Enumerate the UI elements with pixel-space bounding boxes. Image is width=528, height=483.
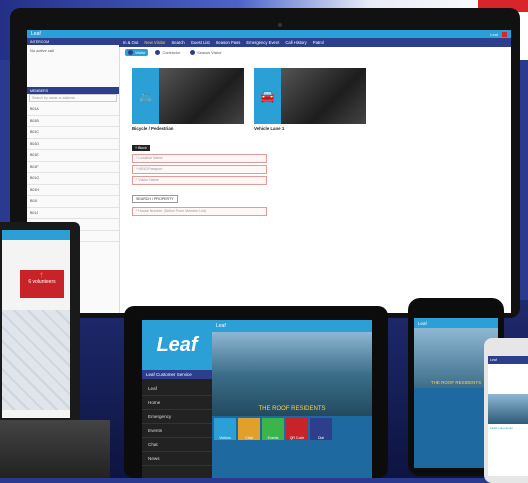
form-input[interactable]: * Visitor Name: [132, 176, 267, 185]
tablet-menu-item[interactable]: Emergency: [142, 410, 212, 424]
form-fields: * Location Name * NRIC/Passport * Visitor …: [132, 154, 267, 185]
phone-device-2: Leaf LEAF community: [484, 338, 528, 483]
visitor-form: + Block * Location Name * NRIC/Passport * …: [132, 136, 267, 218]
block-button[interactable]: + Block: [132, 145, 150, 151]
app-logo: Leaf: [31, 31, 41, 37]
feature-tile[interactable]: QR Code: [286, 418, 308, 440]
phone1-app-bar: Leaf: [414, 318, 498, 328]
car-icon: 🚘: [254, 68, 281, 124]
tablet-device: Leaf Leaf Customer Service Leaf Home Emerg…: [124, 306, 388, 478]
visitor-type-tabs: Visitor Contractor Season Visitor: [125, 49, 225, 56]
tab-season-visitor[interactable]: Season Visitor: [187, 49, 224, 56]
intercom-status: No active call: [30, 48, 54, 53]
feature-tile[interactable]: Visitors: [214, 418, 236, 440]
tablet-main: Leaf THE ROOF RESIDENTS Visitors Chat Even…: [212, 320, 372, 478]
form-input[interactable]: * Location Name: [132, 154, 267, 163]
members-title: MEMBERS: [30, 88, 49, 93]
nav-item-search[interactable]: Search: [171, 40, 184, 45]
tablet-sidebar: Leaf Leaf Customer Service Leaf Home Emerg…: [142, 320, 212, 478]
member-list-item[interactable]: B01H: [27, 185, 119, 196]
search-property-button[interactable]: SEARCH / PROPERTY: [132, 195, 178, 203]
house-number-field[interactable]: * House Number (Select From Member List): [132, 207, 267, 216]
phone2-screen: Leaf LEAF community: [488, 356, 528, 476]
leaf-logo: Leaf: [142, 320, 212, 370]
person-icon: [128, 50, 133, 55]
map-view[interactable]: [2, 310, 70, 410]
tablet-menu-item[interactable]: Leaf: [142, 382, 212, 396]
laptop-device: 📍 6 volunteers: [0, 222, 80, 422]
tab-visitor[interactable]: Visitor: [125, 49, 149, 56]
tab-label: Season Visitor: [197, 50, 222, 55]
tab-contractor[interactable]: Contractor: [152, 49, 183, 56]
form-input[interactable]: * NRIC/Passport: [132, 165, 267, 174]
volunteers-count: 6 volunteers: [28, 279, 56, 285]
volunteers-card[interactable]: 📍 6 volunteers: [20, 270, 64, 298]
lane-card[interactable]: 🚲 Bicycle / Pedestrian: [132, 68, 244, 131]
tablet-menu-item[interactable]: Events: [142, 424, 212, 438]
member-list-item[interactable]: B01B: [27, 116, 119, 127]
tablet-app-bar: Leaf: [212, 320, 372, 332]
laptop-app-bar: [2, 230, 70, 240]
tablet-menu-item[interactable]: News: [142, 452, 212, 466]
member-search-input[interactable]: Search by name or address: [29, 94, 117, 102]
phone2-photo: [488, 394, 528, 424]
phone2-text: LEAF community: [490, 426, 513, 430]
feature-tile[interactable]: Chat: [238, 418, 260, 440]
webcam: [278, 23, 282, 27]
title-bar: Leaf Leaf: [27, 30, 511, 38]
nav-item-guest-list[interactable]: Guest List: [191, 40, 210, 45]
person-icon: [155, 50, 161, 55]
feature-tile[interactable]: Dial: [310, 418, 332, 440]
member-list-item[interactable]: B01A: [27, 104, 119, 116]
nav-item-new-visitor[interactable]: New Visitor: [144, 40, 165, 45]
member-list-item[interactable]: B01C: [27, 127, 119, 139]
photo-caption: THE ROOF RESIDENTS: [258, 406, 326, 412]
titlebar-controls: Leaf: [490, 31, 507, 37]
member-list-item[interactable]: B01E: [27, 150, 119, 162]
camera-feed: [159, 68, 244, 124]
top-nav: In & Out New Visitor Search Guest List Seaso…: [119, 38, 511, 47]
intercom-header: INTERCOM: [27, 38, 119, 45]
tab-label: Visitor: [135, 50, 146, 55]
intercom-title: INTERCOM: [30, 39, 50, 44]
nav-item-emergency-event[interactable]: Emergency Event: [246, 40, 279, 45]
phone2-app-bar: Leaf: [488, 356, 528, 364]
lane-label: Vehicle Lane 1: [254, 126, 285, 131]
lane-card[interactable]: 🚘 Vehicle Lane 1: [254, 68, 366, 131]
tablet-menu: Leaf Home Emergency Events Chat News: [142, 379, 212, 478]
nav-item-season-pass[interactable]: Season Pass: [216, 40, 241, 45]
laptop-keyboard: [0, 420, 110, 478]
nav-item-call-history[interactable]: Call History: [285, 40, 306, 45]
member-list-item[interactable]: B01D: [27, 139, 119, 150]
community-photo: THE ROOF RESIDENTS: [212, 332, 372, 416]
nav-item-patrol[interactable]: Patrol: [313, 40, 324, 45]
feature-tiles: Visitors Chat Events QR Code Dial: [212, 416, 372, 442]
tablet-screen: Leaf Leaf Customer Service Leaf Home Emerg…: [142, 320, 372, 478]
lane-cards: 🚲 Bicycle / Pedestrian 🚘 Vehicle Lane 1: [132, 68, 366, 131]
lane-label: Bicycle / Pedestrian: [132, 126, 174, 131]
tab-label: Contractor: [162, 50, 181, 55]
member-list-item[interactable]: B01J: [27, 208, 119, 219]
tablet-menu-item[interactable]: Chat: [142, 438, 212, 452]
member-list-item[interactable]: B01F: [27, 162, 119, 173]
desktop-app-window: Leaf Leaf INTERCOM No active call MEMBER…: [27, 30, 511, 313]
nav-item-in-out[interactable]: In & Out: [123, 40, 138, 45]
camera-feed: [281, 68, 366, 124]
member-list-item[interactable]: B01I: [27, 196, 119, 208]
laptop-screen: 📍 6 volunteers: [2, 230, 70, 418]
close-icon[interactable]: [502, 31, 507, 37]
bicycle-icon: 🚲: [132, 68, 159, 124]
feature-tile[interactable]: Events: [262, 418, 284, 440]
brand-subtitle: Leaf Customer Service: [142, 370, 212, 379]
tablet-menu-item[interactable]: Home: [142, 396, 212, 410]
titlebar-text: Leaf: [490, 31, 498, 37]
members-header: MEMBERS: [27, 87, 119, 94]
member-list-item[interactable]: B01G: [27, 173, 119, 185]
person-icon: [190, 50, 196, 55]
